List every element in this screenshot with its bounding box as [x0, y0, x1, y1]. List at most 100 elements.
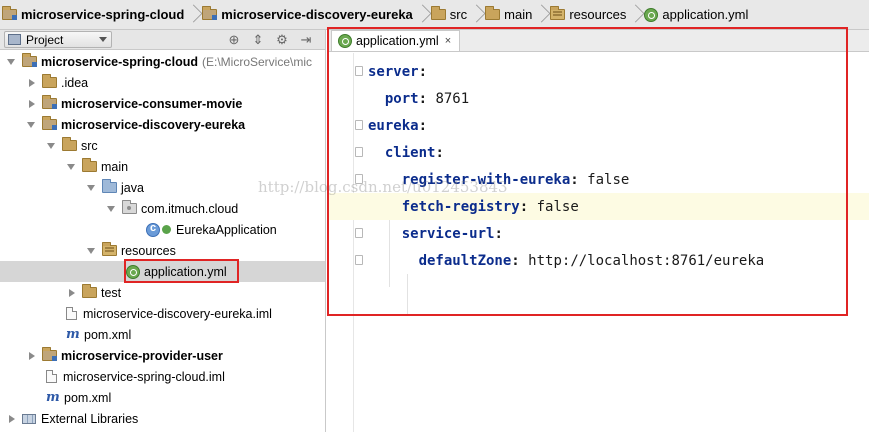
yaml-value: http://localhost:8761/eureka	[528, 252, 765, 269]
resources-folder-icon	[550, 6, 566, 20]
expand-arrow-icon[interactable]	[46, 140, 58, 152]
spring-yml-icon	[338, 34, 352, 48]
yaml-key: defaultZone	[418, 252, 512, 269]
package-icon	[122, 200, 137, 214]
code-line: register-with-eureka: false	[401, 171, 630, 188]
breadcrumb-separator	[188, 0, 198, 29]
tree-item-java[interactable]: java	[0, 177, 325, 198]
code-line: port: 8761	[384, 90, 470, 107]
breadcrumb-item-module[interactable]: microservice-discovery-eureka	[202, 0, 417, 29]
expand-arrow-icon[interactable]	[86, 182, 98, 194]
iml-file-icon	[46, 370, 57, 383]
editor-pane: application.yml × server: port: 8761 eur…	[327, 27, 869, 432]
yaml-value: 8761	[435, 90, 470, 107]
yaml-value: false	[587, 171, 630, 188]
breadcrumb-separator	[630, 0, 640, 29]
folder-icon	[82, 284, 97, 298]
module-folder-icon	[22, 53, 37, 67]
collapse-arrow-icon[interactable]	[26, 98, 38, 110]
folder-icon	[430, 6, 446, 20]
library-icon	[22, 413, 36, 424]
module-folder-icon	[42, 116, 57, 130]
tree-item-root-iml[interactable]: microservice-spring-cloud.iml	[0, 366, 325, 387]
code-line: service-url:	[401, 225, 503, 242]
iml-file-icon	[66, 307, 77, 320]
tree-item-eureka-pom[interactable]: m pom.xml	[0, 324, 325, 345]
tree-item-idea[interactable]: .idea	[0, 72, 325, 93]
maven-pom-icon: m	[46, 390, 60, 405]
collapse-arrow-icon[interactable]	[26, 77, 38, 89]
navigation-breadcrumb: microservice-spring-cloud microservice-d…	[0, 0, 869, 30]
breadcrumb-separator	[536, 0, 546, 29]
breadcrumb-separator	[417, 0, 427, 29]
yaml-key: fetch-registry	[401, 198, 520, 215]
code-line: defaultZone: http://localhost:8761/eurek…	[418, 252, 765, 269]
project-view-selector[interactable]: Project	[4, 31, 112, 48]
tree-item-eureka-iml[interactable]: microservice-discovery-eureka.iml	[0, 303, 325, 324]
collapse-arrow-icon[interactable]	[66, 287, 78, 299]
tree-item-src[interactable]: src	[0, 135, 325, 156]
breadcrumb-item-file[interactable]: application.yml	[644, 0, 752, 29]
module-folder-icon	[2, 6, 17, 20]
run-badge-icon	[162, 225, 171, 234]
yaml-key: service-url	[401, 225, 495, 242]
code-line: server:	[368, 63, 428, 80]
expand-arrow-icon[interactable]	[26, 119, 38, 131]
expand-arrow-icon[interactable]	[86, 245, 98, 257]
module-folder-icon	[42, 347, 57, 361]
tree-item-package[interactable]: com.itmuch.cloud	[0, 198, 325, 219]
tree-item-external-libraries[interactable]: External Libraries	[0, 408, 325, 429]
project-tree: microservice-spring-cloud (E:\MicroServi…	[0, 50, 325, 429]
tree-item-main[interactable]: main	[0, 156, 325, 177]
module-folder-icon	[42, 95, 57, 109]
chevron-down-icon	[99, 37, 107, 42]
close-icon[interactable]: ×	[445, 35, 451, 47]
resources-folder-icon	[102, 242, 117, 256]
code-line: eureka:	[368, 117, 428, 134]
code-line-current: fetch-registry: false	[327, 193, 869, 220]
folder-icon	[82, 158, 97, 172]
tree-item-root-pom[interactable]: m pom.xml	[0, 387, 325, 408]
yaml-key: port	[384, 90, 419, 107]
tree-item-test[interactable]: test	[0, 282, 325, 303]
yaml-key: server	[368, 63, 419, 80]
locate-file-icon[interactable]: ⊕	[227, 33, 241, 47]
tree-item-discovery-eureka[interactable]: microservice-discovery-eureka	[0, 114, 325, 135]
spring-yml-icon	[126, 264, 140, 279]
collapse-arrow-icon[interactable]	[6, 413, 18, 425]
tree-item-consumer-movie[interactable]: microservice-consumer-movie	[0, 93, 325, 114]
editor-tab-bar: application.yml ×	[327, 30, 869, 52]
folder-icon	[485, 6, 501, 20]
breadcrumb-item-main[interactable]: main	[485, 0, 536, 29]
breadcrumb-item-src[interactable]: src	[430, 0, 471, 29]
folder-icon	[62, 137, 77, 151]
project-tool-window: Project ⊕ ⇕ ⚙ ⇥ microservice-spring-clou…	[0, 30, 326, 432]
project-panel-toolbar: ⊕ ⇕ ⚙ ⇥	[227, 33, 313, 47]
breadcrumb-item-project[interactable]: microservice-spring-cloud	[2, 0, 188, 29]
tree-item-microservice-spring-cloud[interactable]: microservice-spring-cloud (E:\MicroServi…	[0, 51, 325, 72]
gear-icon[interactable]: ⚙	[275, 33, 289, 47]
project-panel-header: Project ⊕ ⇕ ⚙ ⇥	[0, 30, 325, 50]
tab-application-yml[interactable]: application.yml ×	[331, 30, 461, 51]
module-folder-icon	[202, 6, 218, 20]
tree-item-application-yml[interactable]: application.yml	[0, 261, 325, 282]
project-icon	[8, 34, 21, 45]
hide-panel-icon[interactable]: ⇥	[299, 33, 313, 47]
breadcrumb-item-resources[interactable]: resources	[550, 0, 630, 29]
yaml-key: eureka	[368, 117, 419, 134]
tree-item-provider-user[interactable]: microservice-provider-user	[0, 345, 325, 366]
collapse-all-icon[interactable]: ⇕	[251, 33, 265, 47]
folder-icon	[42, 74, 57, 88]
tree-item-resources[interactable]: resources	[0, 240, 325, 261]
source-folder-icon	[102, 179, 117, 193]
tree-item-eureka-application[interactable]: EurekaApplication	[0, 219, 325, 240]
expand-arrow-icon[interactable]	[66, 161, 78, 173]
expand-arrow-icon[interactable]	[106, 203, 118, 215]
yaml-key: register-with-eureka	[401, 171, 571, 188]
spring-boot-class-icon	[146, 222, 160, 237]
code-editor[interactable]: server: port: 8761 eureka: client: regis…	[327, 53, 869, 432]
breadcrumb-separator	[471, 0, 481, 29]
maven-pom-icon: m	[66, 327, 80, 342]
expand-arrow-icon[interactable]	[6, 56, 18, 68]
collapse-arrow-icon[interactable]	[26, 350, 38, 362]
